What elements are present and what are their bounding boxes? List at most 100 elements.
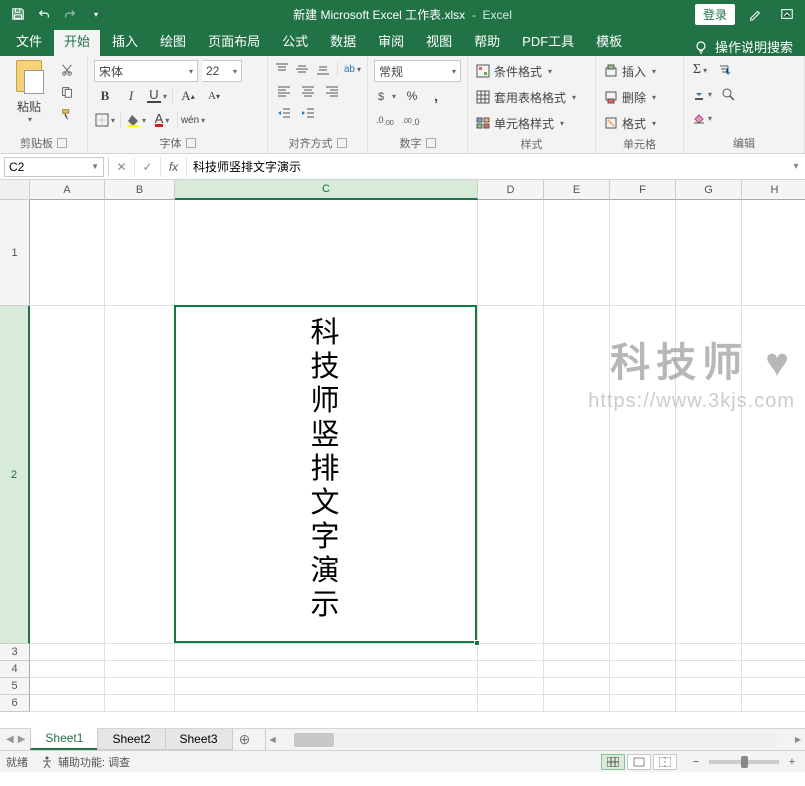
tab-insert[interactable]: 插入 [102, 30, 148, 56]
increase-font-icon[interactable]: A▴ [177, 86, 199, 106]
cell[interactable] [544, 200, 610, 306]
copy-icon[interactable] [54, 82, 80, 102]
scroll-left-icon[interactable]: ◀ [266, 733, 280, 747]
font-name-combo[interactable]: 宋体▾ [94, 60, 198, 82]
tab-file[interactable]: 文件 [6, 30, 52, 56]
horizontal-scrollbar[interactable]: ◀ ▶ [265, 729, 805, 750]
delete-cells-button[interactable]: 删除▾ [602, 86, 677, 108]
cancel-formula-button[interactable]: ✕ [109, 157, 135, 177]
column-header[interactable]: F [610, 180, 676, 200]
tell-me-search[interactable]: 操作说明搜索 [693, 37, 805, 56]
cell[interactable] [544, 695, 610, 712]
zoom-in-button[interactable]: + [785, 756, 799, 768]
cell[interactable] [105, 306, 175, 644]
conditional-formatting-button[interactable]: 条件格式▾ [474, 60, 589, 82]
cell[interactable] [30, 678, 105, 695]
cell[interactable] [30, 644, 105, 661]
align-bottom-icon[interactable] [315, 60, 331, 78]
cell[interactable] [610, 695, 676, 712]
format-cells-button[interactable]: 格式▾ [602, 112, 677, 134]
find-select-icon[interactable] [718, 84, 738, 104]
accessibility-status[interactable]: 辅助功能: 调查 [40, 754, 130, 770]
cell[interactable] [175, 200, 478, 306]
italic-button[interactable]: I [120, 86, 142, 106]
column-header[interactable]: E [544, 180, 610, 200]
column-header[interactable]: H [742, 180, 805, 200]
decrease-decimal-icon[interactable]: .00.0 [400, 110, 422, 130]
cell[interactable] [544, 306, 610, 644]
cell[interactable] [478, 661, 544, 678]
cell[interactable] [610, 644, 676, 661]
tab-template[interactable]: 模板 [586, 30, 632, 56]
column-header[interactable]: G [676, 180, 742, 200]
tab-data[interactable]: 数据 [320, 30, 366, 56]
format-as-table-button[interactable]: 套用表格格式▾ [474, 86, 589, 108]
phonetic-guide-button[interactable]: wén▾ [182, 110, 204, 130]
column-header[interactable]: B [105, 180, 175, 200]
cell[interactable] [544, 644, 610, 661]
font-size-combo[interactable]: 22▾ [202, 60, 242, 82]
row-header[interactable]: 3 [0, 644, 30, 661]
insert-cells-button[interactable]: 插入▾ [602, 60, 677, 82]
format-painter-icon[interactable] [54, 104, 80, 124]
tab-page-layout[interactable]: 页面布局 [198, 30, 270, 56]
cell[interactable] [175, 695, 478, 712]
enter-formula-button[interactable]: ✓ [135, 157, 161, 177]
cell[interactable] [676, 644, 742, 661]
sheet-tab[interactable]: Sheet1 [30, 728, 98, 750]
sheet-nav-next[interactable]: ▶ [18, 734, 26, 745]
tab-help[interactable]: 帮助 [464, 30, 510, 56]
cell[interactable] [676, 678, 742, 695]
qat-customize-icon[interactable]: ▾ [86, 4, 106, 24]
zoom-slider[interactable]: − + [689, 756, 799, 768]
clear-button[interactable]: ▾ [690, 108, 714, 128]
comma-format-icon[interactable]: , [426, 86, 446, 106]
align-top-icon[interactable] [274, 60, 290, 78]
column-header[interactable]: D [478, 180, 544, 200]
column-header[interactable]: A [30, 180, 105, 200]
cell[interactable] [676, 695, 742, 712]
cell[interactable] [175, 661, 478, 678]
cell[interactable] [478, 695, 544, 712]
increase-indent-icon[interactable] [298, 104, 318, 122]
cell[interactable] [478, 644, 544, 661]
scroll-thumb[interactable] [294, 733, 334, 747]
align-right-icon[interactable] [322, 82, 342, 100]
row-header[interactable]: 1 [0, 200, 30, 306]
autosum-button[interactable]: Σ▾ [690, 60, 710, 80]
cell[interactable] [610, 306, 676, 644]
cell[interactable] [478, 306, 544, 644]
font-launcher[interactable] [186, 138, 196, 148]
underline-button[interactable]: U▾ [146, 86, 168, 106]
row-header[interactable]: 4 [0, 661, 30, 678]
cell-styles-button[interactable]: 单元格样式▾ [474, 112, 589, 134]
page-layout-view-button[interactable] [627, 754, 651, 770]
cell[interactable] [544, 678, 610, 695]
sheet-tab[interactable]: Sheet2 [97, 729, 165, 750]
normal-view-button[interactable] [601, 754, 625, 770]
zoom-out-button[interactable]: − [689, 756, 703, 768]
cell[interactable] [742, 200, 805, 306]
sheet-nav-prev[interactable]: ◀ [6, 734, 14, 745]
cell[interactable] [676, 661, 742, 678]
login-button[interactable]: 登录 [695, 4, 735, 25]
cell[interactable] [610, 661, 676, 678]
sort-filter-icon[interactable] [714, 60, 734, 80]
redo-icon[interactable] [60, 4, 80, 24]
cell[interactable] [478, 200, 544, 306]
save-icon[interactable] [8, 4, 28, 24]
cell[interactable] [105, 661, 175, 678]
cell[interactable] [742, 644, 805, 661]
bold-button[interactable]: B [94, 86, 116, 106]
clipboard-launcher[interactable] [57, 138, 67, 148]
cell[interactable] [610, 678, 676, 695]
cell[interactable] [30, 306, 105, 644]
number-launcher[interactable] [426, 138, 436, 148]
pen-icon[interactable] [743, 3, 767, 25]
tab-pdf[interactable]: PDF工具 [512, 30, 584, 56]
tab-view[interactable]: 视图 [416, 30, 462, 56]
cell[interactable] [30, 661, 105, 678]
cell[interactable] [478, 678, 544, 695]
tab-formulas[interactable]: 公式 [272, 30, 318, 56]
cell[interactable] [742, 661, 805, 678]
